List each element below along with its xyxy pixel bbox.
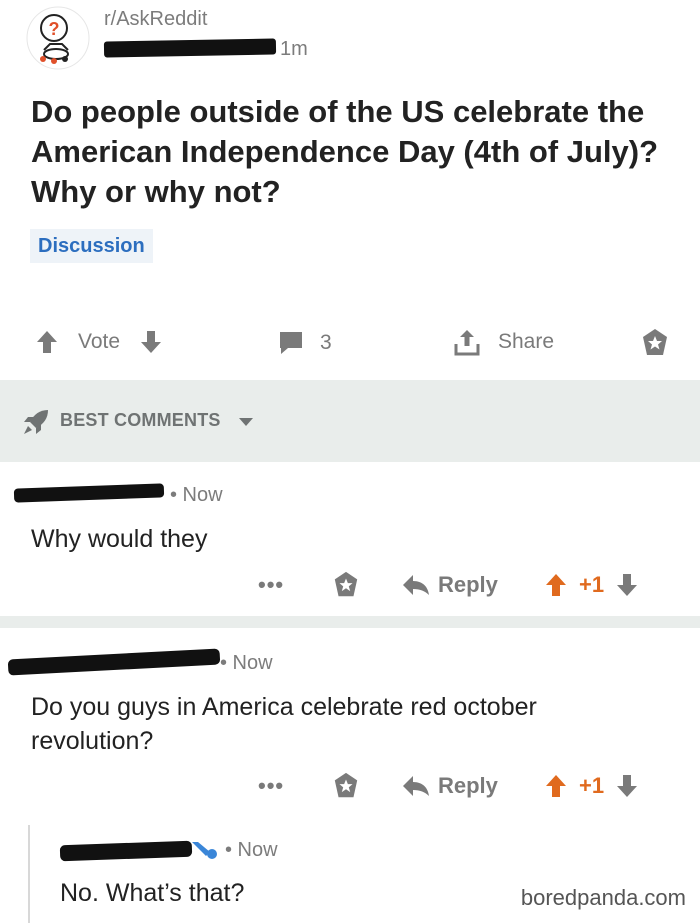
downvote-icon[interactable]	[616, 573, 638, 597]
reply-label: Reply	[438, 773, 498, 798]
reply-label: Reply	[438, 572, 498, 597]
comment-time: • Now	[220, 652, 273, 674]
redacted-username	[7, 648, 221, 676]
share-label: Share	[498, 330, 555, 353]
reply-arrow-icon	[403, 776, 429, 796]
share-icon	[454, 330, 480, 356]
comment-sort-bar[interactable]: BEST COMMENTS	[0, 380, 700, 462]
post-flair[interactable]: Discussion	[30, 229, 153, 263]
rocket-icon	[24, 410, 48, 434]
thread-line	[28, 825, 30, 923]
comment-icon	[280, 332, 302, 354]
redacted-username	[59, 840, 193, 862]
reply-button[interactable]: Reply	[402, 773, 498, 799]
comment-actions: ••• Reply +1	[0, 767, 700, 807]
comment-score: +1	[579, 773, 605, 798]
downvote-icon[interactable]	[140, 330, 162, 354]
downvote-icon[interactable]	[616, 774, 638, 798]
upvote-icon[interactable]	[36, 330, 58, 354]
comment-body: Why would they	[31, 525, 208, 553]
comment-body: No. What’s that?	[60, 879, 245, 907]
comment-vote: +1	[545, 572, 638, 598]
comment-divider	[0, 616, 700, 628]
comment-body: Do you guys in America celebrate red oct…	[31, 693, 537, 755]
more-options-button[interactable]: •••	[258, 572, 284, 598]
share-button[interactable]: Share	[454, 328, 554, 356]
save-star-icon[interactable]	[332, 571, 360, 599]
redacted-username	[103, 38, 277, 58]
watermark: boredpanda.com	[520, 885, 686, 910]
subreddit-name[interactable]: r/AskReddit	[104, 8, 207, 31]
more-options-button[interactable]: •••	[258, 773, 284, 799]
save-star-icon[interactable]	[332, 772, 360, 800]
comment-time: • Now	[170, 484, 223, 506]
comment-count: 3	[320, 331, 332, 354]
moderator-badge-icon	[192, 842, 217, 859]
post-action-bar: Vote 3 Share	[0, 318, 700, 368]
vote-control: Vote	[36, 330, 162, 354]
vote-label: Vote	[78, 330, 121, 353]
sort-label: BEST COMMENTS	[60, 410, 221, 430]
comment-score: +1	[579, 572, 605, 597]
reply-button[interactable]: Reply	[402, 572, 498, 598]
svg-text:?: ?	[49, 19, 60, 39]
chevron-down-icon	[239, 418, 253, 426]
post-title[interactable]: Do people outside of the US celebrate th…	[31, 92, 681, 212]
post-time: 1m	[280, 38, 308, 60]
post-header: ? r/AskReddit 1m	[0, 0, 700, 80]
comments-button[interactable]: 3	[278, 330, 332, 356]
redacted-username	[13, 483, 165, 503]
upvote-icon[interactable]	[545, 774, 567, 798]
reply-arrow-icon	[403, 575, 429, 595]
comment-actions: ••• Reply +1	[0, 566, 700, 606]
upvote-icon[interactable]	[545, 573, 567, 597]
comment-vote: +1	[545, 773, 638, 799]
askreddit-icon[interactable]: ?	[26, 6, 90, 70]
save-star-icon[interactable]	[640, 328, 670, 358]
comment-time: • Now	[225, 839, 278, 861]
